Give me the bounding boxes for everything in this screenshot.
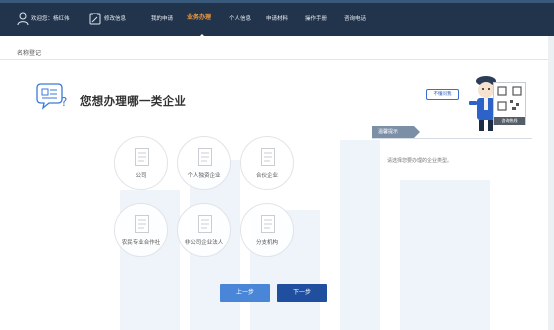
scrollbar-track[interactable] [548,36,554,330]
document-icon [198,148,212,166]
question-bubble-icon: ? [36,83,67,110]
document-icon [198,215,212,233]
top-navigation-bar: 欢迎您：杨红伟 修改信息 我的申请 业务办理 个人信息 申请材料 操作手册 咨询… [0,0,554,38]
document-icon [135,148,149,166]
document-icon [261,148,275,166]
option-branch-office[interactable]: 分支机构 [240,203,294,257]
option-label: 非公司企业法人 [184,240,224,246]
edit-info-icon[interactable] [89,13,101,25]
qr-code-icon [497,86,522,111]
welcome-text: 欢迎您：杨红伟 [31,16,70,22]
question-title: 您想办理哪一类企业 [80,94,187,108]
option-company[interactable]: 公司 [114,136,168,190]
tips-text: 请选择您要办理的企业类型。 [387,158,453,164]
nav-my-applications[interactable]: 我的申请 [151,15,173,23]
breadcrumb: 名称登记 [17,50,42,57]
edit-info-link[interactable]: 修改信息 [104,15,126,23]
breadcrumb-bar: 名称登记 [0,44,554,60]
tips-divider [372,138,532,139]
document-icon [261,215,275,233]
option-non-company-legal-person[interactable]: 非公司企业法人 [177,203,231,257]
option-farmer-cooperative[interactable]: 农民专业合作社 [114,203,168,257]
active-nav-indicator [198,34,206,38]
previous-step-button[interactable]: 上一步 [220,284,270,302]
option-partnership[interactable]: 合伙企业 [240,136,294,190]
hotline-label: 咨询热线 [494,117,525,125]
option-label: 公司 [135,173,147,179]
option-label: 个人独资企业 [187,173,221,179]
nav-business-handling[interactable]: 业务办理 [187,14,211,22]
option-label: 合伙企业 [255,173,278,179]
nav-personal-info[interactable]: 个人信息 [229,15,251,23]
tips-tab: 温馨提示 [372,126,420,138]
nav-application-materials[interactable]: 申请材料 [266,15,288,23]
nav-hotline[interactable]: 咨询电话 [344,15,366,23]
nav-user-manual[interactable]: 操作手册 [305,15,327,23]
user-icon [17,12,29,26]
ask-me-bubble[interactable]: 不懂问我 [426,89,459,100]
option-sole-proprietorship[interactable]: 个人独资企业 [177,136,231,190]
next-step-button[interactable]: 下一步 [277,284,327,302]
document-icon [135,215,149,233]
option-label: 农民专业合作社 [121,240,161,246]
option-label: 分支机构 [255,240,278,246]
svg-text:?: ? [61,95,67,109]
